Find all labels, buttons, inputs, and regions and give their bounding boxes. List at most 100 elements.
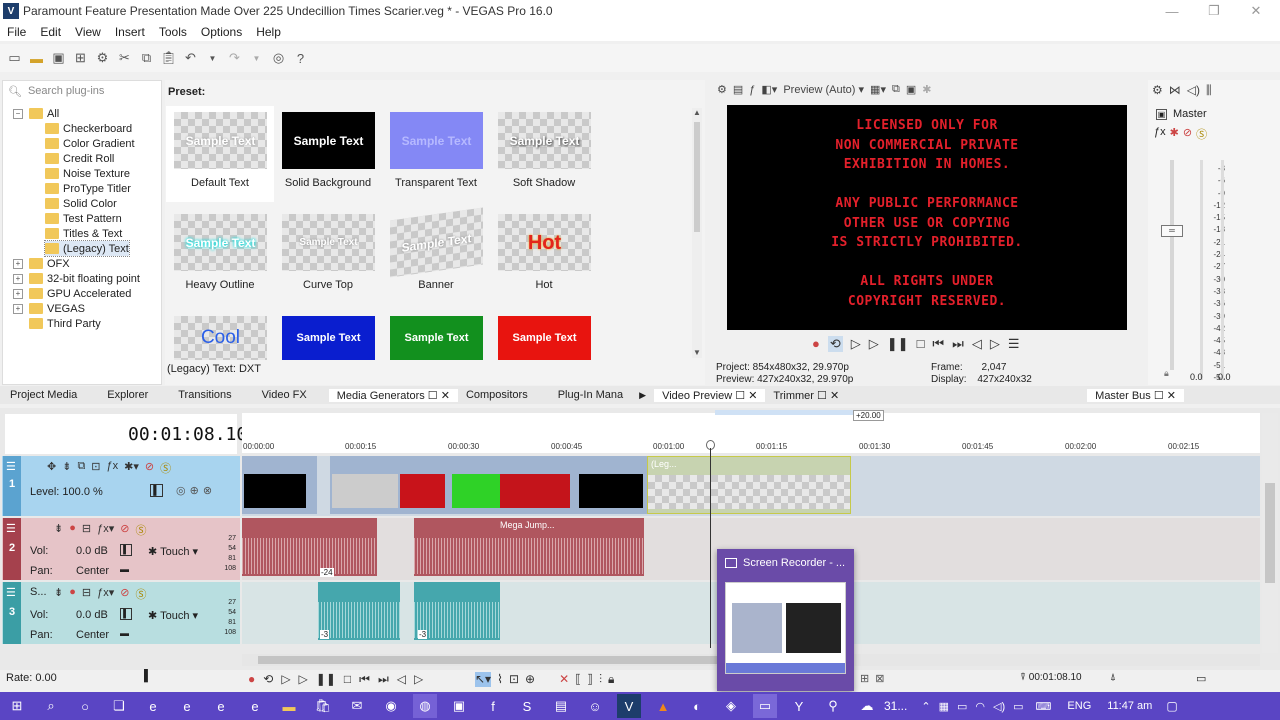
- audio-clip[interactable]: Mega Jump...: [414, 518, 644, 576]
- input-monitor-icon[interactable]: ⊟: [82, 522, 91, 538]
- tree-item-test-pattern[interactable]: Test Pattern: [45, 211, 122, 226]
- facebook-icon[interactable]: f: [481, 694, 505, 718]
- tree-item-legacy-text[interactable]: (Legacy) Text: [44, 240, 130, 257]
- network-icon[interactable]: ▦: [939, 700, 949, 713]
- pause-icon[interactable]: ❚❚: [887, 336, 909, 352]
- motion-icon[interactable]: ✥: [47, 460, 56, 476]
- tree-item-vegas[interactable]: + VEGAS: [13, 301, 85, 316]
- undo-dropdown-icon[interactable]: ▼: [204, 50, 221, 67]
- search-input[interactable]: Search plug-ins: [28, 85, 104, 97]
- scrollbar-thumb[interactable]: [258, 656, 718, 664]
- invert-phase-icon[interactable]: ⇟: [54, 522, 63, 538]
- master-checkbox[interactable]: ▣: [1156, 108, 1167, 120]
- mixer-icon[interactable]: ⫼: [1206, 83, 1212, 98]
- tab-master-bus[interactable]: Master Bus ☐ ✕: [1087, 388, 1185, 402]
- render-icon[interactable]: ⊞: [72, 50, 89, 67]
- menu-file[interactable]: File: [0, 25, 33, 39]
- pause-icon[interactable]: ❚❚: [316, 672, 336, 687]
- tree-item-titles-text[interactable]: Titles & Text: [45, 226, 122, 241]
- edge-dev-icon[interactable]: e: [175, 694, 199, 718]
- preset-default-text[interactable]: Sample Text Default Text: [166, 106, 274, 202]
- redo-icon[interactable]: ↷: [226, 50, 243, 67]
- mute-icon[interactable]: ⊘: [120, 522, 129, 538]
- stop-icon[interactable]: □: [344, 672, 351, 687]
- tree-item-solid-color[interactable]: Solid Color: [45, 196, 117, 211]
- video-clip[interactable]: [330, 456, 400, 514]
- preset-soft-shadow[interactable]: Sample Text Soft Shadow: [490, 106, 598, 202]
- preview-quality-dropdown[interactable]: Preview (Auto) ▾: [783, 83, 864, 96]
- downmix-icon[interactable]: ⋈: [1169, 83, 1181, 98]
- discord-icon[interactable]: ☺: [583, 694, 607, 718]
- envelope-tool-icon[interactable]: ⌇: [497, 672, 503, 687]
- preset-curve-top[interactable]: Sample Text Curve Top: [274, 208, 382, 304]
- track-header-audio-3[interactable]: ☰ 3 S... ⇟ ● ⊟ ƒx▾ ⊘ Ⓢ Vol: 0.0 dB ▌ ✱ T…: [2, 582, 240, 644]
- prev-frame-icon[interactable]: ◁: [972, 336, 982, 352]
- video-clip[interactable]: [242, 456, 317, 514]
- clock[interactable]: 11:47 am: [1107, 700, 1152, 712]
- automation-mode[interactable]: ✱ Touch ▾: [148, 545, 198, 558]
- keyboard-icon[interactable]: ⌨: [1036, 700, 1052, 713]
- weather-icon[interactable]: ☁: [855, 694, 879, 718]
- zoom-tool-icon[interactable]: ⊕: [525, 672, 535, 687]
- trim-start-icon[interactable]: ⟦: [575, 672, 581, 687]
- edge-beta-icon[interactable]: e: [209, 694, 233, 718]
- go-to-end-icon[interactable]: ⏭: [952, 336, 964, 352]
- search-icon[interactable]: ⌕: [39, 694, 63, 718]
- app-icon[interactable]: Y: [787, 694, 811, 718]
- chevron-up-icon[interactable]: ⌃: [921, 700, 930, 713]
- plugin-search[interactable]: 🔍︎ Search plug-ins: [3, 81, 161, 101]
- notifications-icon[interactable]: ▢: [1166, 699, 1177, 713]
- close-button[interactable]: ✕: [1234, 0, 1278, 22]
- menu-edit[interactable]: Edit: [33, 25, 68, 39]
- rate-slider[interactable]: ▌: [144, 670, 152, 682]
- record-icon[interactable]: ●: [248, 672, 255, 687]
- menu-view[interactable]: View: [68, 25, 108, 39]
- preset-banner[interactable]: Sample Text Banner: [382, 207, 490, 304]
- wifi-icon[interactable]: ◠: [975, 700, 985, 713]
- settings-gear-icon[interactable]: ⚙: [94, 50, 111, 67]
- arm-record-icon[interactable]: ●: [69, 522, 76, 538]
- invert-phase-icon[interactable]: ⇟: [54, 586, 63, 602]
- split-icon[interactable]: ⫶: [599, 672, 602, 687]
- preset-transparent-text[interactable]: Sample Text Transparent Text: [382, 106, 490, 202]
- chrome-icon[interactable]: ◉: [379, 694, 403, 718]
- collapse-icon[interactable]: −: [13, 108, 23, 119]
- track-menu-icon[interactable]: ☰: [6, 522, 16, 535]
- expand-icon[interactable]: +: [13, 288, 23, 299]
- timeline-ruler[interactable]: [242, 413, 1260, 453]
- preset-blue-curved[interactable]: Sample Text: [274, 310, 382, 360]
- device-output-icon[interactable]: ▤: [733, 83, 743, 96]
- next-frame-icon[interactable]: ▷: [414, 672, 423, 687]
- solo-icon[interactable]: Ⓢ: [135, 586, 146, 602]
- app-icon[interactable]: ◈: [719, 694, 743, 718]
- preset-hot[interactable]: Hot Hot: [490, 208, 598, 304]
- crop-icon[interactable]: ⊡: [91, 460, 100, 476]
- fullscreen-icon[interactable]: ▭: [1196, 672, 1206, 685]
- tab-compositors[interactable]: Compositors: [458, 389, 536, 401]
- go-to-start-icon[interactable]: ⏮: [359, 672, 370, 687]
- play-icon[interactable]: ▷: [869, 336, 879, 352]
- tree-item-all[interactable]: − All: [13, 106, 59, 121]
- track-header-audio-2[interactable]: ☰ 2 ⇟ ● ⊟ ƒx▾ ⊘ Ⓢ Vol: 0.0 dB ▌ ✱ Touch …: [2, 518, 240, 580]
- meet-icon[interactable]: ▭: [957, 700, 967, 713]
- automation-mode[interactable]: ✱ Touch ▾: [148, 609, 198, 622]
- track-menu-icon[interactable]: ☰: [6, 586, 16, 599]
- region-icon[interactable]: ⍋: [1110, 672, 1116, 683]
- vol-slider[interactable]: ▌: [120, 608, 132, 620]
- screen-recorder-thumbnail[interactable]: Screen Recorder - ...: [717, 549, 854, 691]
- pan-crop-icon[interactable]: ⧉: [77, 460, 85, 476]
- prev-frame-icon[interactable]: ◁: [397, 672, 406, 687]
- tree-item-checkerboard[interactable]: Checkerboard: [45, 121, 132, 136]
- battery-icon[interactable]: ▭: [1013, 700, 1023, 713]
- master-gear-icon[interactable]: ✱: [1170, 126, 1179, 142]
- video-clip[interactable]: [400, 456, 575, 514]
- file-explorer-icon[interactable]: ▬: [277, 694, 301, 718]
- start-icon[interactable]: ⊞: [5, 694, 29, 718]
- tab-transitions[interactable]: Transitions: [170, 389, 239, 401]
- copy-icon[interactable]: ⧉: [138, 50, 155, 67]
- tab-project-media[interactable]: Project Media: [2, 389, 85, 401]
- edge-canary-icon[interactable]: e: [243, 694, 267, 718]
- parent-icon[interactable]: ⊕: [190, 484, 199, 497]
- store-icon[interactable]: 🛍︎: [311, 694, 335, 718]
- track-fx-icon[interactable]: ƒx: [107, 460, 119, 476]
